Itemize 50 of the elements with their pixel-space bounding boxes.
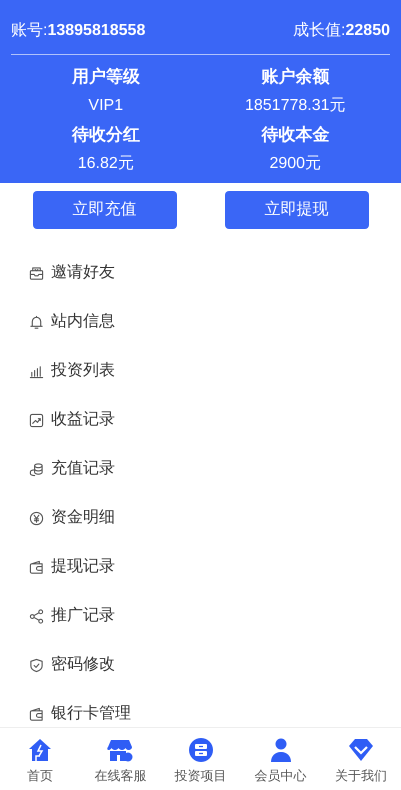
menu-label: 提现记录 — [51, 557, 115, 577]
bar-chart-icon — [29, 364, 44, 378]
wallet-icon — [29, 706, 44, 722]
house-icon — [27, 737, 54, 763]
growth-value: 成长值:22850 — [293, 20, 390, 41]
coins-icon — [29, 462, 44, 476]
shield-icon — [29, 658, 44, 672]
menu-label: 投资列表 — [51, 360, 115, 381]
share-icon — [29, 608, 44, 624]
menu-item[interactable]: 资金明细 — [29, 507, 115, 529]
withdraw-button[interactable]: 立即提现 — [224, 191, 368, 229]
account-number: 账号:13895818558 — [11, 21, 146, 41]
menu-item[interactable]: 推广记录 — [29, 605, 115, 627]
tab-item[interactable]: 在线客服 — [80, 728, 160, 790]
shop-icon — [107, 737, 134, 763]
menu-item[interactable]: 充值记录 — [29, 458, 115, 480]
menu-label: 邀请好友 — [51, 262, 115, 283]
menu-label: 银行卡管理 — [51, 704, 131, 724]
bell-icon — [29, 314, 44, 330]
stat-value: VIP1 — [87, 96, 124, 116]
tab-item[interactable]: 投资项目 — [160, 728, 241, 790]
stat-value: 2900元 — [268, 154, 322, 174]
stat-label: 待收分红 — [70, 124, 141, 146]
stat-label: 账户余额 — [260, 66, 330, 88]
trend-icon — [29, 412, 44, 428]
yen-icon — [29, 510, 44, 526]
menu-item[interactable]: 投资列表 — [29, 360, 115, 382]
tab-item[interactable]: 关于我们 — [320, 728, 401, 790]
menu-label: 充值记录 — [51, 458, 115, 479]
stat-value: 1851778.31元 — [244, 96, 347, 116]
menu-item[interactable]: 密码修改 — [29, 654, 115, 676]
tab-item[interactable]: 首页 — [0, 728, 80, 790]
menu-label: 收益记录 — [51, 410, 115, 430]
menu-label: 资金明细 — [51, 508, 115, 528]
menu-item[interactable]: 提现记录 — [29, 556, 115, 578]
menu-item[interactable]: 站内信息 — [29, 311, 115, 333]
wallet-icon — [29, 560, 44, 574]
menu-label: 推广记录 — [51, 606, 115, 626]
stat-label: 用户等级 — [70, 66, 141, 88]
menu-label: 站内信息 — [51, 312, 115, 332]
menu-item[interactable]: 邀请好友 — [29, 262, 115, 284]
menu-item[interactable]: 收益记录 — [29, 409, 115, 431]
box-icon — [188, 737, 214, 763]
stat-value: 16.82元 — [76, 154, 135, 174]
stat-label: 待收本金 — [260, 124, 330, 146]
menu-label: 密码修改 — [51, 654, 115, 675]
menu-item[interactable]: 银行卡管理 — [29, 703, 131, 725]
chevron-gem-icon — [348, 737, 374, 763]
tab-item[interactable]: 会员中心 — [240, 728, 321, 790]
recharge-button[interactable]: 立即充值 — [32, 191, 176, 229]
